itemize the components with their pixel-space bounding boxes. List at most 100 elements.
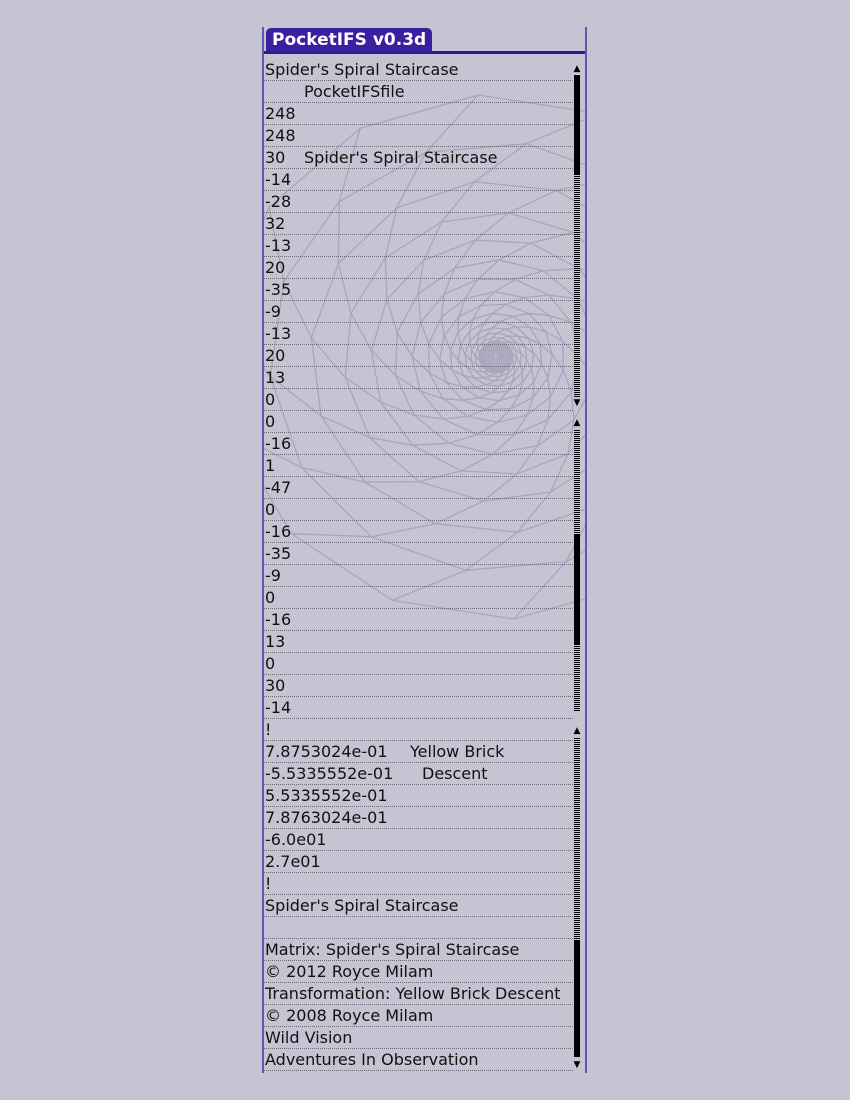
line-text: -13 bbox=[265, 324, 292, 343]
line-text: -16 bbox=[265, 434, 292, 453]
field-line[interactable]: -35 bbox=[264, 543, 573, 565]
field-line[interactable]: 248 bbox=[264, 103, 573, 125]
line-text: -14 bbox=[265, 698, 292, 717]
line-text-secondary: PocketIFSfile bbox=[304, 82, 405, 101]
field-line[interactable]: -16 bbox=[264, 609, 573, 631]
down-arrow-icon[interactable]: ▼ bbox=[571, 399, 583, 408]
field-line[interactable]: -6.0e01 bbox=[264, 829, 573, 851]
field-line[interactable]: -14 bbox=[264, 697, 573, 719]
line-text: 248 bbox=[265, 126, 296, 145]
field-line[interactable]: -9 bbox=[264, 301, 573, 323]
field-line[interactable]: Spider's Spiral Staircase bbox=[264, 59, 573, 81]
field-line[interactable]: -16 bbox=[264, 521, 573, 543]
matrix-field-scrollbar[interactable]: ▲ bbox=[572, 419, 582, 719]
field-line[interactable]: 7.8763024e-01 bbox=[264, 807, 573, 829]
field-line[interactable]: 30 bbox=[264, 675, 573, 697]
line-text: © 2008 Royce Milam bbox=[265, 1006, 434, 1025]
field-line[interactable]: Spider's Spiral Staircase bbox=[264, 895, 573, 917]
field-line[interactable]: 5.5335552e-01 bbox=[264, 785, 573, 807]
transform-field-scrollbar[interactable]: ▲ ▼ bbox=[572, 727, 582, 1071]
scrollbar-track[interactable] bbox=[574, 175, 580, 397]
line-text: -47 bbox=[265, 478, 292, 497]
scrollbar-thumb[interactable] bbox=[574, 75, 580, 175]
line-text: 0 bbox=[265, 500, 276, 519]
line-text: 2.7e01 bbox=[265, 852, 321, 871]
field-line[interactable]: 13 bbox=[264, 631, 573, 653]
line-text-secondary: Yellow Brick bbox=[410, 742, 505, 761]
field-line[interactable]: 248 bbox=[264, 125, 573, 147]
field-line[interactable]: © 2012 Royce Milam bbox=[264, 961, 573, 983]
field-line[interactable]: 0 bbox=[264, 587, 573, 609]
line-text: Spider's Spiral Staircase bbox=[265, 896, 459, 915]
line-text: 7.8763024e-01 bbox=[265, 808, 388, 827]
field-line[interactable]: ! bbox=[264, 873, 573, 895]
line-text: -5.5335552e-01 bbox=[265, 764, 394, 783]
field-line[interactable]: 7.8753024e-01 Yellow Brick bbox=[264, 741, 573, 763]
field-line[interactable]: Matrix: Spider's Spiral Staircase bbox=[264, 939, 573, 961]
field-line[interactable]: 20 bbox=[264, 345, 573, 367]
scrollbar-thumb[interactable] bbox=[574, 535, 580, 645]
field-line[interactable]: 13 bbox=[264, 367, 573, 389]
up-arrow-icon[interactable]: ▲ bbox=[571, 65, 583, 74]
scrollbar-track[interactable] bbox=[574, 645, 580, 711]
field-line[interactable]: 2.7e01 bbox=[264, 851, 573, 873]
field-line[interactable]: PocketIFSfile bbox=[264, 81, 573, 103]
line-text: 5.5335552e-01 bbox=[265, 786, 388, 805]
up-arrow-icon[interactable]: ▲ bbox=[571, 727, 583, 736]
line-text: 20 bbox=[265, 346, 286, 365]
line-text: 7.8753024e-01 bbox=[265, 742, 388, 761]
line-text: Wild Vision bbox=[265, 1028, 353, 1047]
field-line[interactable]: 0 bbox=[264, 411, 573, 433]
line-text: -9 bbox=[265, 302, 281, 321]
header-field-scrollbar[interactable]: ▲ ▼ bbox=[572, 65, 582, 409]
line-text: Matrix: Spider's Spiral Staircase bbox=[265, 940, 520, 959]
field-line[interactable]: -47 bbox=[264, 477, 573, 499]
field-line[interactable]: -14 bbox=[264, 169, 573, 191]
field-line[interactable]: 32 bbox=[264, 213, 573, 235]
app-title[interactable]: PocketIFS v0.3d bbox=[266, 28, 433, 52]
field-line[interactable]: © 2008 Royce Milam bbox=[264, 1005, 573, 1027]
field-line[interactable]: -28 bbox=[264, 191, 573, 213]
field-line[interactable]: 30 Spider's Spiral Staircase bbox=[264, 147, 573, 169]
field-line[interactable]: -9 bbox=[264, 565, 573, 587]
line-text: Spider's Spiral Staircase bbox=[265, 60, 459, 79]
field-line[interactable]: Adventures In Observation bbox=[264, 1049, 573, 1071]
scrollbar-track[interactable] bbox=[574, 429, 580, 535]
field-line[interactable]: ! bbox=[264, 719, 573, 741]
line-text: 30 bbox=[265, 676, 286, 695]
field-line[interactable]: Transformation: Yellow Brick Descent bbox=[264, 983, 573, 1005]
line-text: 13 bbox=[265, 632, 286, 651]
line-text: ! bbox=[265, 874, 272, 893]
line-text: -16 bbox=[265, 522, 292, 541]
down-arrow-icon[interactable]: ▼ bbox=[571, 1061, 583, 1070]
line-text: -16 bbox=[265, 610, 292, 629]
field-line[interactable]: -13 bbox=[264, 323, 573, 345]
line-text: 30 bbox=[265, 148, 286, 167]
app-window: PocketIFS v0.3d Spider's Spiral Staircas… bbox=[262, 27, 587, 1073]
field-line[interactable]: Wild Vision bbox=[264, 1027, 573, 1049]
line-text: 248 bbox=[265, 104, 296, 123]
field-line[interactable]: 0 bbox=[264, 389, 573, 411]
line-text: -6.0e01 bbox=[265, 830, 327, 849]
up-arrow-icon[interactable]: ▲ bbox=[571, 419, 583, 428]
line-text: 0 bbox=[265, 588, 276, 607]
scrollbar-track[interactable] bbox=[574, 737, 580, 941]
field-line[interactable]: 0 bbox=[264, 499, 573, 521]
field-line[interactable]: -16 bbox=[264, 433, 573, 455]
line-text: -14 bbox=[265, 170, 292, 189]
line-text: 0 bbox=[265, 412, 276, 431]
field-line[interactable]: 1 bbox=[264, 455, 573, 477]
line-text: 20 bbox=[265, 258, 286, 277]
field-line[interactable]: -13 bbox=[264, 235, 573, 257]
field-line[interactable] bbox=[264, 917, 573, 939]
line-text-secondary: Spider's Spiral Staircase bbox=[304, 148, 498, 167]
line-text: -35 bbox=[265, 544, 292, 563]
title-bar: PocketIFS v0.3d bbox=[264, 27, 585, 54]
field-line[interactable]: -5.5335552e-01 Descent bbox=[264, 763, 573, 785]
line-text: -13 bbox=[265, 236, 292, 255]
field-line[interactable]: -35 bbox=[264, 279, 573, 301]
field-line[interactable]: 20 bbox=[264, 257, 573, 279]
field-line[interactable]: 0 bbox=[264, 653, 573, 675]
line-text: 0 bbox=[265, 654, 276, 673]
scrollbar-thumb[interactable] bbox=[574, 941, 580, 1057]
